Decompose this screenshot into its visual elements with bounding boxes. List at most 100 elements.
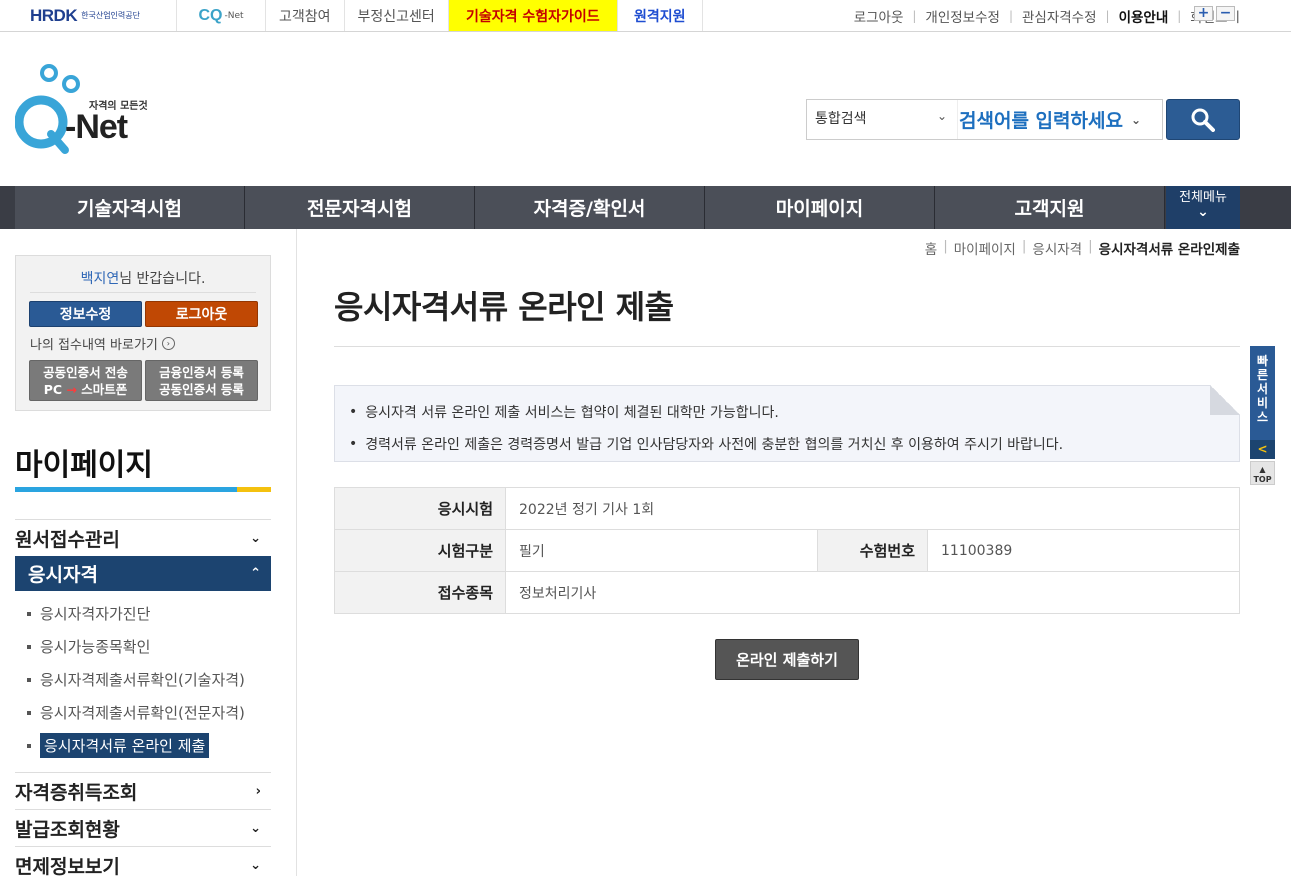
divider: | (1177, 8, 1182, 23)
main-navigation: 기술자격시험 전문자격시험 자격증/확인서 마이페이지 고객지원 전체메뉴 ⌄ (0, 186, 1291, 229)
submenu-docs-professional[interactable]: 응시자격제출서류확인(전문자격) (27, 696, 271, 729)
all-menu-button[interactable]: 전체메뉴 ⌄ (1166, 186, 1240, 229)
qnet-logo[interactable]: 자격의 모든것 -Net (14, 64, 155, 159)
hrdk-logo-sub: 한국산업인력공단 (81, 11, 140, 20)
sidebar-item-issuance[interactable]: 발급조회현황 ⌄ (15, 809, 271, 846)
cert-transfer-detail: PC → 스마트폰 (30, 381, 141, 398)
exam-info-table: 응시시험 2022년 정기 기사 1회 시험구분 필기 수험번호 1110038… (334, 487, 1240, 614)
exam-value: 2022년 정기 기사 1회 (505, 487, 1240, 530)
link-examinee-guide[interactable]: 기술자격 수험자가이드 (448, 0, 618, 31)
gnb-mypage[interactable]: 마이페이지 (705, 186, 935, 229)
divider: | (1105, 8, 1110, 23)
search-button[interactable] (1166, 99, 1240, 140)
cert-transfer-label: 공동인증서 전송 (43, 365, 128, 380)
gnb-technical-exam[interactable]: 기술자격시험 (15, 186, 245, 229)
zoom-controls: + − (1194, 6, 1235, 21)
sidebar-item-certificate-lookup[interactable]: 자격증취득조회 › (15, 772, 271, 809)
zoom-out-button[interactable]: − (1216, 6, 1235, 21)
divider: | (1088, 238, 1093, 254)
breadcrumb-mypage[interactable]: 마이페이지 (954, 238, 1016, 258)
quick-service-toggle[interactable]: < (1250, 440, 1275, 459)
divider: | (1021, 238, 1027, 254)
link-report-center[interactable]: 부정신고센터 (345, 0, 449, 31)
sidebar-title: 마이페이지 (15, 448, 153, 483)
sidebar-menu: 원서접수관리 ⌄ 응시자격 ⌃ 응시자격자가진단 응시가능종목확인 응시자격제출… (15, 519, 271, 883)
scroll-top-button[interactable]: ▲ TOP (1250, 461, 1275, 485)
notice-item: 경력서류 온라인 제출은 경력증명서 발급 기업 인사담당자와 사전에 충분한 … (349, 428, 1239, 460)
exam-type-label: 시험구분 (334, 529, 506, 572)
notice-item: 응시자격 서류 온라인 제출 서비스는 협약이 체결된 대학만 가능합니다. (349, 396, 1239, 428)
chevron-down-icon: ⌄ (250, 530, 261, 546)
sidebar-title-bar (15, 487, 271, 492)
breadcrumb-eligibility[interactable]: 응시자격 (1032, 238, 1082, 258)
hrdk-logo[interactable]: HRDK 한국산업인력공단 (15, 0, 177, 31)
subject-label: 접수종목 (334, 571, 506, 614)
divider: | (912, 8, 917, 23)
qnet-wordmark: -Net (65, 108, 128, 146)
chevron-down-icon: ⌄ (936, 109, 947, 123)
cert-transfer-button[interactable]: 공동인증서 전송 PC → 스마트폰 (29, 360, 142, 401)
divider: | (943, 238, 948, 254)
table-row: 응시시험 2022년 정기 기사 1회 (334, 487, 1240, 530)
user-box: 백지연님 반갑습니다. 정보수정 로그아웃 나의 접수내역 바로가기 › 공동인… (15, 255, 271, 411)
online-submit-button[interactable]: 온라인 제출하기 (715, 639, 859, 680)
logout-link[interactable]: 로그아웃 (854, 6, 904, 26)
link-remote-support[interactable]: 원격지원 (618, 0, 703, 31)
submenu-self-check[interactable]: 응시자격자가진단 (27, 597, 271, 630)
search-input[interactable]: 검색어를 입력하세요 ⌄ (957, 100, 1162, 139)
sidebar-submenu: 응시자격자가진단 응시가능종목확인 응시자격제출서류확인(기술자격) 응시자격제… (15, 591, 271, 772)
edit-profile-link[interactable]: 개인정보수정 (925, 6, 1000, 26)
greeting: 백지연님 반갑습니다. (16, 268, 270, 288)
submenu-label: 응시자격제출서류확인(전문자격) (40, 704, 245, 722)
exam-number-value: 11100389 (927, 529, 1240, 572)
gnb-certificate[interactable]: 자격증/확인서 (475, 186, 705, 229)
cert-transfer-pc: PC (43, 382, 63, 397)
zoom-in-button[interactable]: + (1194, 6, 1213, 21)
submenu-online-submit[interactable]: 응시자격서류 온라인 제출 (27, 729, 271, 762)
exam-type-value: 필기 (505, 529, 818, 572)
link-customer-participation[interactable]: 고객참여 (266, 0, 345, 31)
breadcrumb-current: 응시자격서류 온라인제출 (1098, 242, 1240, 258)
chevron-down-icon: ⌄ (250, 820, 261, 836)
my-applications-link[interactable]: 나의 접수내역 바로가기 › (30, 334, 175, 353)
sidebar-item-label: 응시자격 (28, 564, 98, 586)
sidebar-item-eligibility[interactable]: 응시자격 ⌃ (15, 556, 271, 591)
chevron-down-icon: ⌄ (1197, 204, 1209, 220)
cqnet-logo[interactable]: CQ -Net (177, 0, 266, 31)
gnb-professional-exam[interactable]: 전문자격시험 (245, 186, 475, 229)
cqnet-logo-sub: -Net (224, 10, 244, 21)
search-box: 통합검색 ⌄ 검색어를 입력하세요 ⌄ (806, 99, 1163, 140)
cert-transfer-phone: 스마트폰 (81, 382, 128, 397)
quick-service-label: 빠른서비스 (1256, 354, 1269, 424)
breadcrumb: 홈 | 마이페이지 | 응시자격 | 응시자격서류 온라인제출 (925, 238, 1240, 258)
sidebar-item-label: 발급조회현황 (15, 818, 120, 841)
submenu-label: 응시가능종목확인 (40, 638, 151, 656)
breadcrumb-home[interactable]: 홈 (925, 238, 937, 258)
submenu-available-subjects[interactable]: 응시가능종목확인 (27, 630, 271, 663)
sidebar-item-label: 자격증취득조회 (15, 781, 138, 804)
triangle-up-icon: ▲ (1259, 465, 1266, 474)
edit-profile-button[interactable]: 정보수정 (29, 301, 142, 327)
exam-number-label: 수험번호 (817, 529, 928, 572)
search-category-select[interactable]: 통합검색 ⌄ (807, 100, 957, 139)
top-bar: HRDK 한국산업인력공단 CQ -Net 고객참여 부정신고센터 기술자격 수… (0, 0, 1291, 32)
user-name: 백지연 (80, 271, 120, 287)
utility-links: 로그아웃 | 개인정보수정 | 관심자격수정 | 이용안내 | 화면크기 (854, 0, 1240, 31)
sidebar-item-exemption[interactable]: 면제정보보기 ⌄ (15, 846, 271, 883)
subject-value: 정보처리기사 (505, 571, 1240, 614)
scroll-top-label: TOP (1253, 475, 1272, 484)
divider (30, 292, 256, 293)
usage-guide-link[interactable]: 이용안내 (1119, 6, 1169, 26)
submenu-docs-technical[interactable]: 응시자격제출서류확인(기술자격) (27, 663, 271, 696)
gnb-customer-support[interactable]: 고객지원 (935, 186, 1165, 229)
logout-button[interactable]: 로그아웃 (145, 301, 258, 327)
sidebar-item-application[interactable]: 원서접수관리 ⌄ (15, 519, 271, 556)
financial-cert-label: 금융인증서 등록 (159, 365, 244, 380)
cert-register-button[interactable]: 금융인증서 등록 공동인증서 등록 (145, 360, 258, 401)
table-row: 접수종목 정보처리기사 (334, 571, 1240, 614)
interest-edit-link[interactable]: 관심자격수정 (1022, 6, 1097, 26)
chevron-down-icon: ⌄ (1130, 112, 1141, 127)
hrdk-logo-mark: HRDK (30, 5, 78, 25)
greeting-text: 님 반갑습니다. (119, 271, 206, 287)
chevron-down-icon: ⌄ (250, 857, 261, 873)
